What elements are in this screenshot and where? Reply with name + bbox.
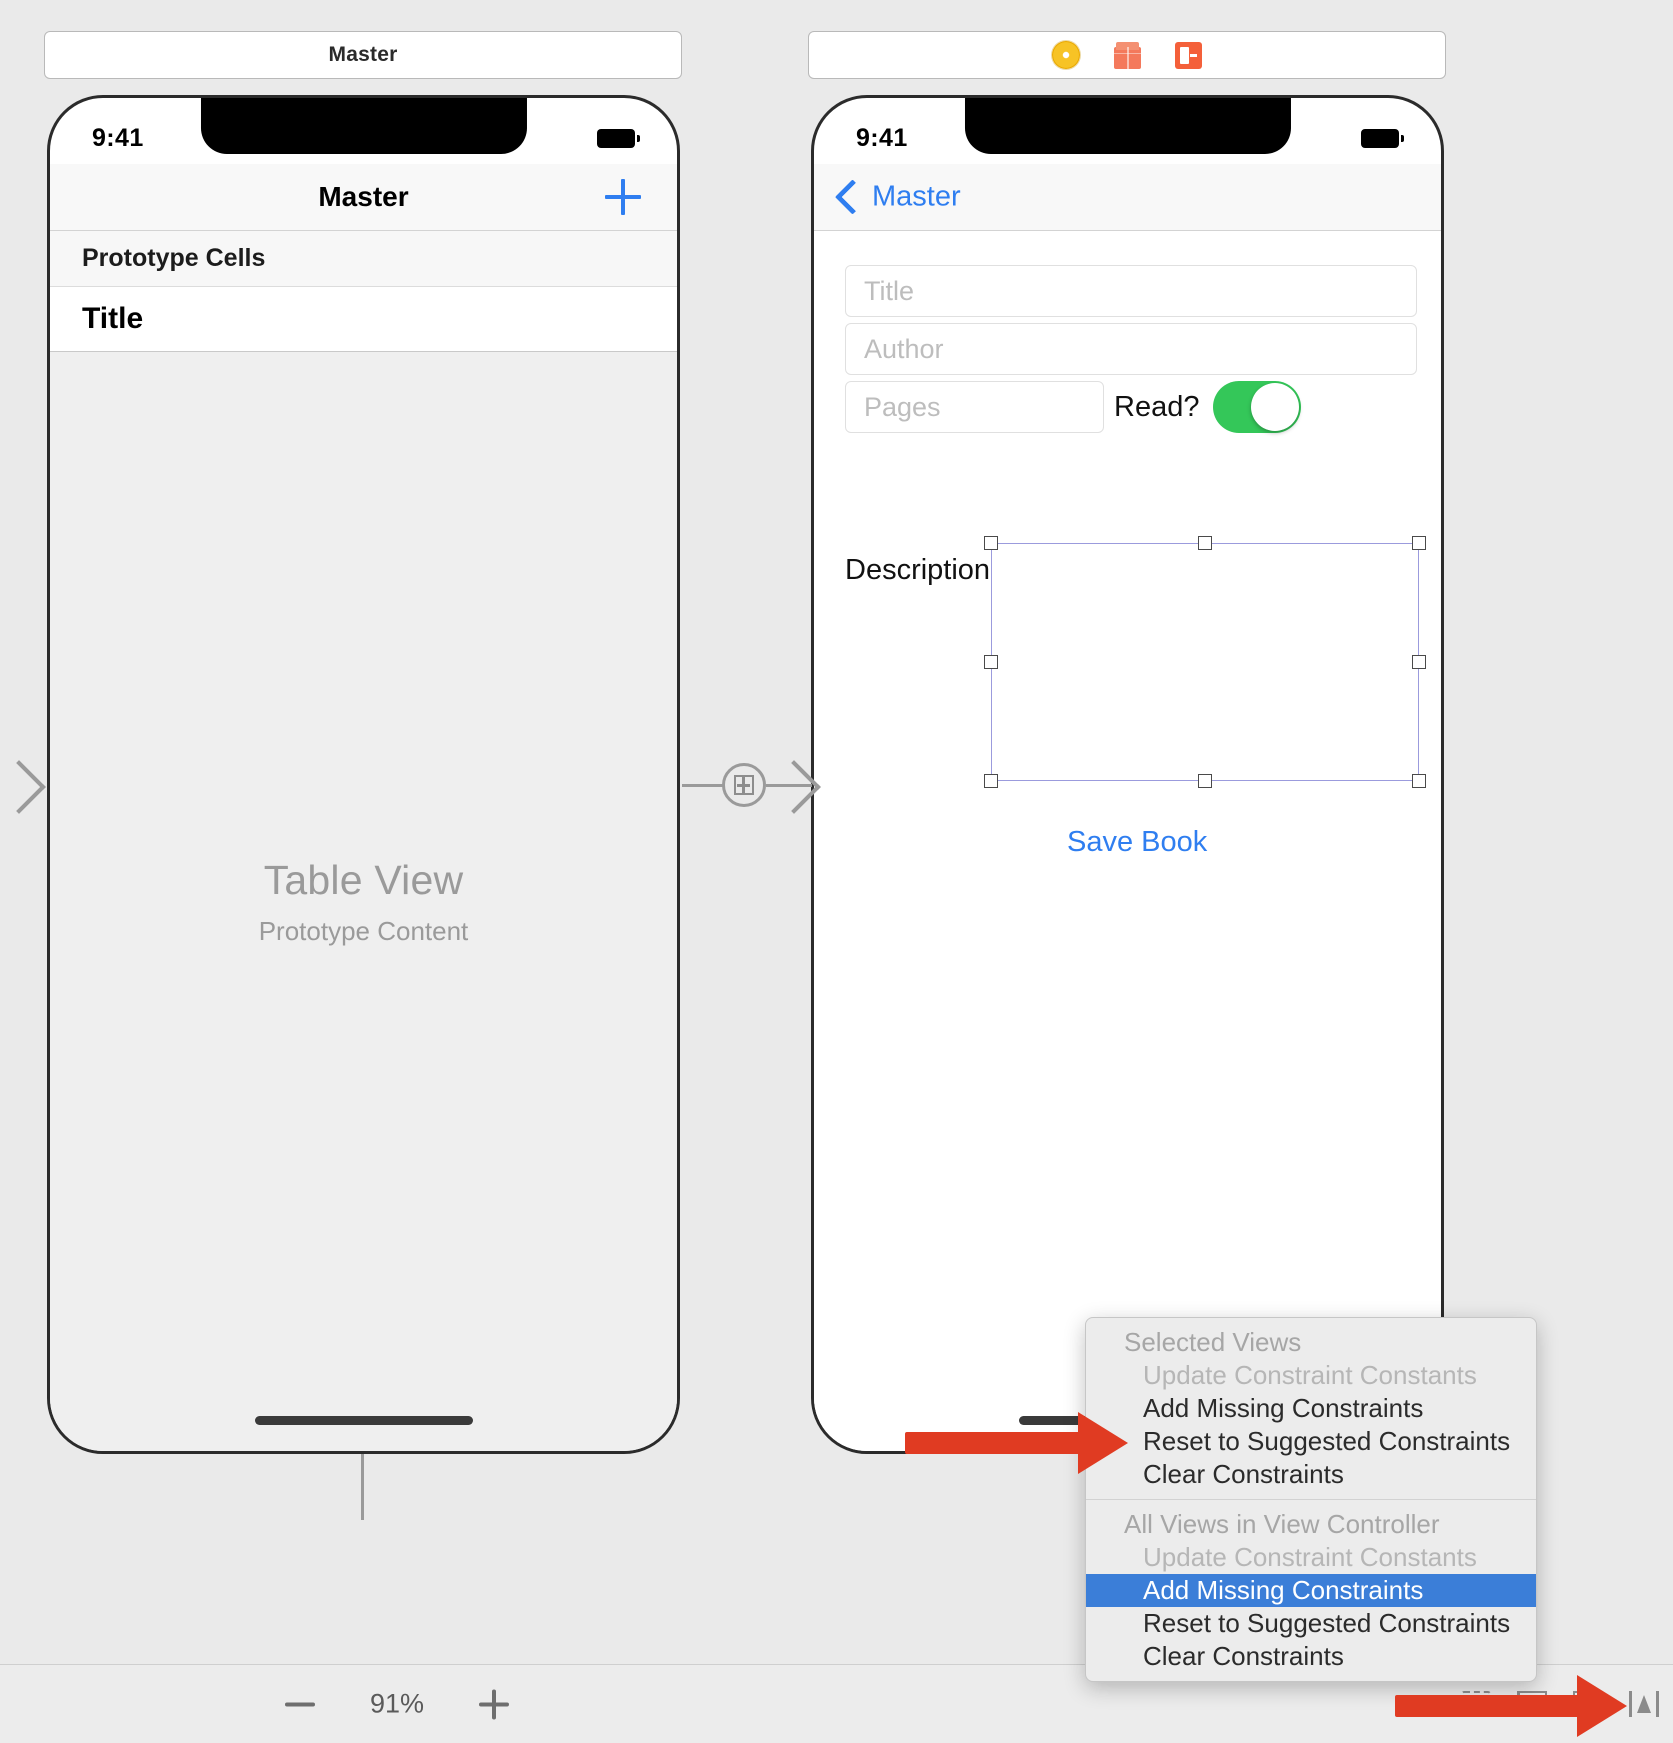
menu-item-update-constraint-constants-selected: Update Constraint Constants [1143,1360,1477,1390]
description-textview-selected[interactable] [991,543,1419,781]
resize-handle-bottom-center[interactable] [1198,774,1212,788]
resize-handle-top-center[interactable] [1198,536,1212,550]
navigation-bar-master: Master [50,164,677,231]
menu-item-add-missing-constraints-all[interactable]: Add Missing Constraints [1086,1574,1536,1607]
scene-dock-master[interactable]: Master [44,31,682,79]
menu-item-clear-constraints-all[interactable]: Clear Constraints [1086,1640,1536,1673]
auto-layout-toolbar[interactable] [1461,1691,1659,1717]
description-label: Description [845,554,991,586]
resize-handle-middle-right[interactable] [1412,655,1426,669]
detail-view-controller-device[interactable]: 9:41 Master Title Author Pages Read? Des… [811,95,1444,1454]
back-button-label: Master [872,180,961,213]
menu-group-selected-views: Selected Views [1124,1327,1302,1357]
status-bar-master: 9:41 [50,98,677,164]
author-field-placeholder: Author [864,333,944,364]
initial-view-controller-arrow [0,760,46,814]
menu-separator [1086,1499,1536,1500]
view-controller-icon[interactable] [1052,41,1080,69]
menu-item-reset-to-suggested-constraints-all[interactable]: Reset to Suggested Constraints [1086,1607,1536,1640]
table-view-placeholder-title: Table View [263,856,464,903]
first-responder-icon[interactable] [1114,41,1141,69]
scene-anchor-tick [361,1454,364,1520]
resize-handle-top-left[interactable] [984,536,998,550]
back-button[interactable]: Master [834,179,961,215]
zoom-out-button[interactable] [285,1702,315,1706]
detail-form: Title Author Pages Read? Description Sav… [814,231,1441,1451]
zoom-level-label: 91% [369,1688,425,1719]
prototype-cell-label: Title [82,302,144,335]
title-field-placeholder: Title [864,275,915,306]
battery-icon [597,128,640,148]
table-section-header-label: Prototype Cells [82,244,266,272]
table-view-placeholder: Table View Prototype Content [50,857,677,947]
scene-dock-icons [1052,41,1202,69]
title-field[interactable]: Title [845,265,1417,317]
menu-item-clear-constraints-selected[interactable]: Clear Constraints [1086,1458,1536,1491]
master-view-controller-device[interactable]: 9:41 Master Prototype Cells Title Table … [47,95,680,1454]
update-frames-icon[interactable] [1461,1691,1491,1717]
resize-handle-bottom-right[interactable] [1412,774,1426,788]
zoom-in-button[interactable] [479,1689,509,1719]
read-label: Read? [1114,391,1200,423]
pages-field-placeholder: Pages [864,391,941,422]
read-switch-knob [1251,383,1299,431]
table-section-header: Prototype Cells [50,231,677,287]
resolve-auto-layout-issues-menu[interactable]: Selected Views Update Constraint Constan… [1085,1317,1537,1682]
show-detail-segue-badge[interactable] [722,763,766,807]
status-time: 9:41 [92,123,144,152]
table-view-body[interactable]: Table View Prototype Content [50,352,677,1451]
scene-dock-title-master: Master [328,43,398,66]
resize-handle-middle-left[interactable] [984,655,998,669]
prototype-cell[interactable]: Title [50,287,677,352]
resize-handle-top-right[interactable] [1412,536,1426,550]
author-field[interactable]: Author [845,323,1417,375]
zoom-controls[interactable]: 91% [285,1689,509,1720]
menu-item-add-missing-constraints-selected[interactable]: Add Missing Constraints [1086,1392,1536,1425]
add-button[interactable] [605,179,641,215]
pages-field[interactable]: Pages [845,381,1104,433]
page-title: Master [318,181,409,212]
menu-item-update-constraint-constants-all: Update Constraint Constants [1143,1542,1477,1572]
resize-handle-bottom-left[interactable] [984,774,998,788]
menu-group-all-views-in-view-controller: All Views in View Controller [1124,1509,1440,1539]
show-detail-segue-icon [734,775,754,795]
embed-in-icon[interactable] [1517,1691,1547,1717]
scene-dock-detail[interactable] [808,31,1446,79]
add-new-constraints-icon[interactable] [1629,1691,1659,1717]
status-time: 9:41 [856,123,908,152]
exit-icon[interactable] [1175,41,1202,69]
home-indicator [254,1416,473,1425]
status-bar-detail: 9:41 [814,98,1441,164]
read-switch[interactable] [1213,381,1301,433]
save-book-button[interactable]: Save Book [1067,826,1207,859]
battery-icon [1361,128,1404,148]
navigation-bar-detail: Master [814,164,1441,231]
table-view-placeholder-subtitle: Prototype Content [258,915,469,946]
chevron-left-icon [834,179,871,215]
align-icon[interactable] [1573,1691,1603,1717]
menu-item-reset-to-suggested-constraints-selected[interactable]: Reset to Suggested Constraints [1086,1425,1536,1458]
